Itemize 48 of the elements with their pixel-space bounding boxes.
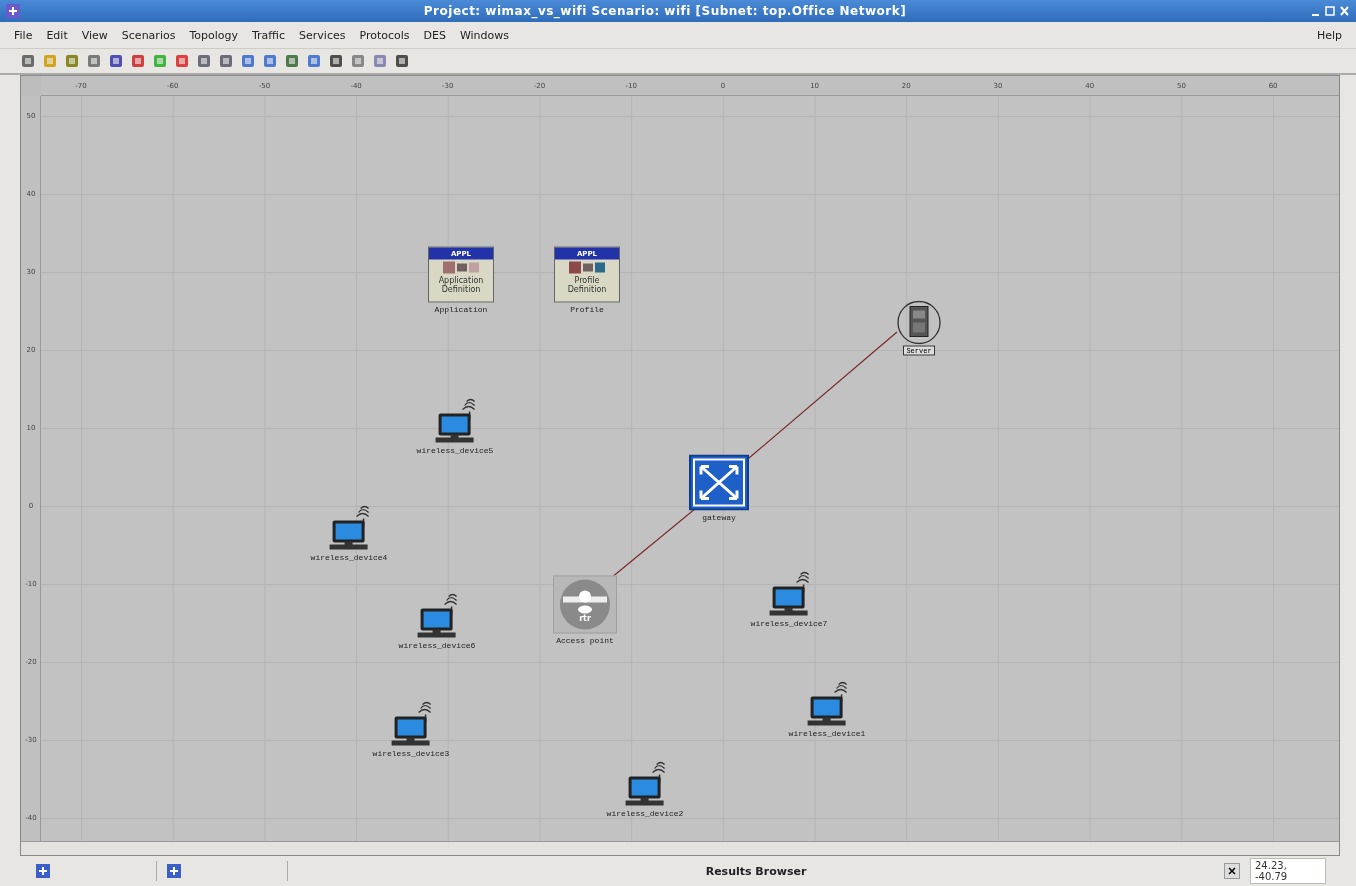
node-label: Application	[434, 304, 488, 314]
menu-item[interactable]: Help	[1316, 28, 1342, 42]
router-label: rtr	[579, 613, 591, 623]
switch-icon[interactable]	[689, 454, 749, 511]
node-label: Access point	[556, 635, 614, 645]
menu-item[interactable]: Traffic	[252, 28, 286, 42]
menu-item[interactable]: Scenarios	[121, 28, 176, 42]
window-title: Project: wimax_vs_wifi Scenario: wifi [Subnet: top.Office Network]	[422, 4, 908, 18]
window-controls-icon[interactable]	[1310, 5, 1350, 17]
computer-icon	[433, 397, 477, 444]
status-tab[interactable]	[167, 861, 288, 881]
node-label: wireless_device7	[750, 618, 828, 628]
coordinates: 24.23, -40.79	[1250, 858, 1326, 884]
close-icon	[1228, 867, 1236, 875]
status-tab[interactable]	[36, 861, 157, 881]
node-caption: Application Definition	[437, 275, 485, 294]
menu-item[interactable]: Protocols	[359, 28, 410, 42]
node-label: wireless_device2	[606, 808, 684, 818]
definition-icon	[441, 259, 481, 276]
computer-icon	[389, 700, 433, 747]
app-icon	[6, 4, 20, 18]
plus-icon	[167, 864, 181, 878]
menu-item[interactable]: Services	[299, 28, 346, 42]
close-button[interactable]	[1224, 863, 1240, 879]
computer-icon	[623, 760, 667, 807]
computer-icon	[805, 680, 849, 727]
menu-item[interactable]: Topology	[189, 28, 238, 42]
menu-item[interactable]: Edit	[46, 28, 68, 42]
node-caption: Profile Definition	[566, 275, 608, 294]
node-label: wireless_device5	[416, 445, 494, 455]
menu-item[interactable]: File	[14, 28, 33, 42]
computer-icon	[767, 570, 811, 617]
node-label: wireless_device1	[788, 728, 866, 738]
node-label: wireless_device3	[372, 748, 450, 758]
menu-item[interactable]: DES	[423, 28, 446, 42]
menu-item[interactable]: View	[81, 28, 108, 42]
panel-title: Results Browser	[704, 864, 808, 878]
plus-icon	[36, 864, 50, 878]
node-label: gateway	[702, 512, 736, 522]
node-label: wireless_device4	[310, 552, 388, 562]
menu-item[interactable]: Windows	[459, 28, 509, 42]
node-label: wireless_device6	[398, 640, 476, 650]
definition-icon	[567, 259, 607, 276]
router-icon	[559, 578, 611, 631]
horizontal-scrollbar[interactable]	[21, 841, 1339, 855]
computer-icon	[415, 592, 459, 639]
computer-icon	[327, 504, 371, 551]
node-label: Profile	[570, 304, 604, 314]
